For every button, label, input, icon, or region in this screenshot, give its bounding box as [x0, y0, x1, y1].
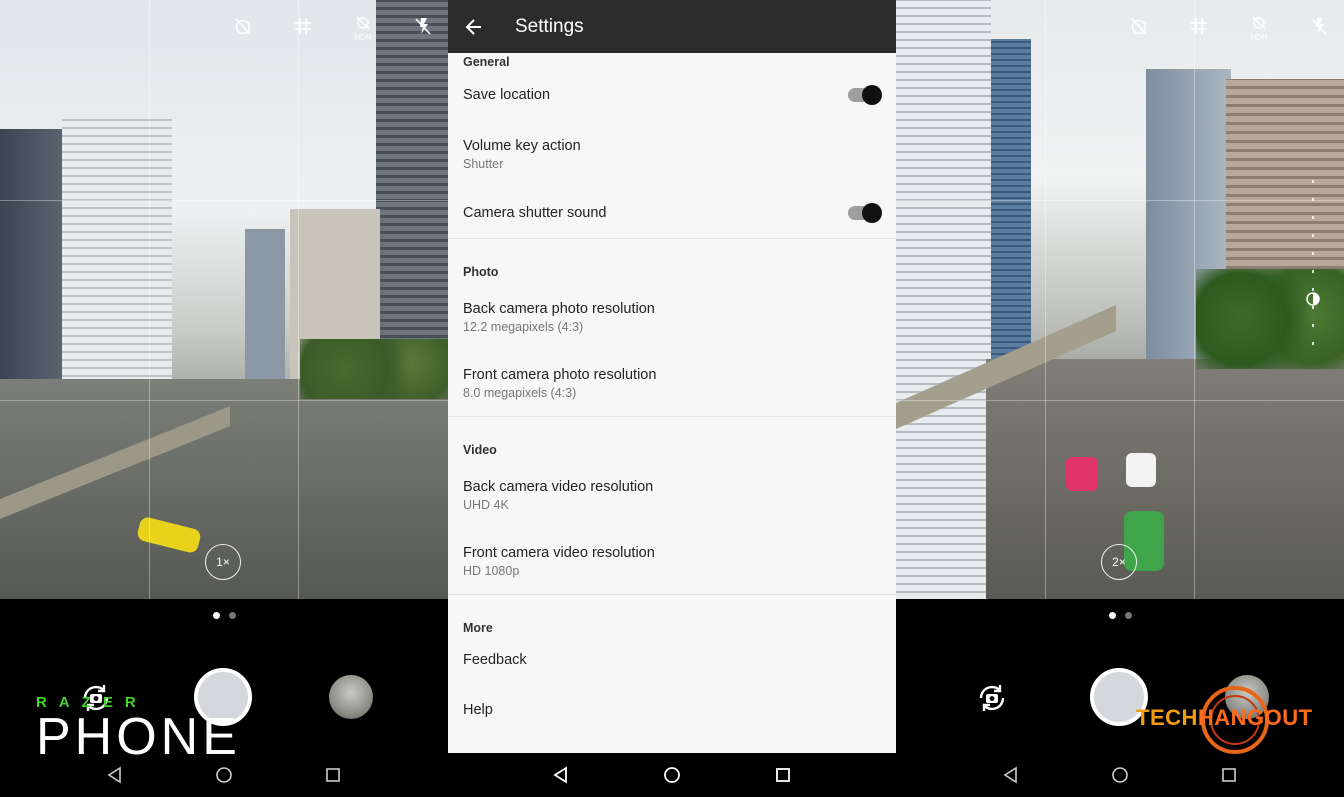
- nav-back-icon[interactable]: [105, 765, 125, 785]
- car-white: [1126, 453, 1156, 487]
- setting-shutter-sound[interactable]: Camera shutter sound: [448, 188, 896, 238]
- timer-off-icon[interactable]: [232, 16, 254, 40]
- exposure-icon: [1306, 292, 1320, 306]
- setting-back-video-resolution[interactable]: Back camera video resolution UHD 4K: [448, 461, 896, 529]
- page-title: Settings: [515, 15, 584, 37]
- trees: [1196, 269, 1344, 369]
- setting-value: 8.0 megapixels (4:3): [463, 385, 577, 400]
- camera-screen-left: HDR 1× RAZER PHONE: [0, 0, 448, 797]
- nav-home-icon[interactable]: [662, 765, 682, 785]
- grid-line: [149, 0, 150, 599]
- camera-viewfinder[interactable]: HDR 2×: [896, 0, 1344, 599]
- setting-value: HD 1080p: [463, 563, 520, 578]
- setting-volume-key-action[interactable]: Volume key action Shutter: [448, 120, 896, 188]
- toggle-knob: [862, 203, 882, 223]
- setting-back-photo-resolution[interactable]: Back camera photo resolution 12.2 megapi…: [448, 283, 896, 351]
- grid-line: [896, 400, 1344, 401]
- hdr-label: HDR: [1250, 33, 1268, 42]
- setting-label: Front camera photo resolution: [463, 366, 657, 383]
- nav-back-icon[interactable]: [551, 765, 571, 785]
- section-video: Video Back camera video resolution UHD 4…: [448, 417, 896, 595]
- grid-line: [0, 200, 448, 201]
- flash-off-icon[interactable]: [412, 16, 434, 40]
- section-more: More Feedback Help: [448, 595, 896, 745]
- building-left: [896, 0, 991, 599]
- section-photo: Photo Back camera photo resolution 12.2 …: [448, 239, 896, 417]
- setting-label: Save location: [463, 87, 551, 103]
- camera-top-bar: HDR: [1128, 16, 1330, 42]
- section-header: Photo: [463, 265, 499, 279]
- setting-label: Volume key action: [463, 137, 581, 154]
- grid-line: [1194, 0, 1195, 599]
- setting-label: Feedback: [463, 652, 527, 668]
- grid-icon[interactable]: [292, 16, 314, 40]
- page-indicator: [0, 612, 448, 619]
- zoom-button[interactable]: 1×: [205, 544, 241, 580]
- page-dot: [228, 612, 236, 619]
- techhangout-logo: TECHHANGOUT: [1136, 683, 1312, 757]
- hangout-text: HANGOUT: [1197, 705, 1313, 730]
- app-bar: Settings: [448, 0, 896, 53]
- timer-off-icon[interactable]: [1128, 16, 1150, 40]
- shutter-sound-toggle[interactable]: [848, 203, 882, 223]
- setting-front-video-resolution[interactable]: Front camera video resolution HD 1080p: [448, 529, 896, 593]
- grid-icon[interactable]: [1188, 16, 1210, 40]
- hdr-label: HDR: [354, 33, 372, 42]
- nav-recents-icon[interactable]: [773, 765, 793, 785]
- setting-label: Back camera photo resolution: [463, 300, 655, 317]
- exposure-slider[interactable]: [1306, 180, 1320, 350]
- setting-save-location[interactable]: Save location: [448, 70, 896, 120]
- nav-recents-icon[interactable]: [323, 765, 343, 785]
- grid-line: [896, 200, 1344, 201]
- page-indicator: [896, 612, 1344, 619]
- setting-label: Help: [463, 702, 493, 718]
- exposure-track: [1312, 180, 1314, 350]
- grid-line: [298, 0, 299, 599]
- back-arrow-icon[interactable]: [448, 0, 500, 53]
- grid-line: [0, 400, 448, 401]
- camera-viewfinder[interactable]: HDR 1×: [0, 0, 448, 599]
- setting-value: UHD 4K: [463, 497, 509, 512]
- setting-value: Shutter: [463, 156, 504, 171]
- trees: [300, 339, 448, 399]
- page-dot-active: [1108, 612, 1116, 619]
- setting-label: Back camera video resolution: [463, 478, 654, 495]
- section-general: General Save location Volume key action …: [448, 53, 896, 239]
- section-header: Video: [463, 443, 497, 457]
- grid-line: [1045, 0, 1046, 599]
- nav-bar: [0, 753, 448, 797]
- setting-value: 12.2 megapixels (4:3): [463, 319, 584, 334]
- nav-bar: [448, 753, 896, 797]
- nav-bar: [896, 753, 1344, 797]
- section-header: General: [463, 55, 510, 69]
- gallery-thumbnail[interactable]: [329, 675, 373, 719]
- save-location-toggle[interactable]: [848, 85, 882, 105]
- settings-list[interactable]: General Save location Volume key action …: [448, 53, 896, 753]
- road: [986, 359, 1344, 599]
- camera-screen-right: HDR 2× TECHHANGOUT: [896, 0, 1344, 797]
- switch-camera-icon[interactable]: [974, 680, 1010, 716]
- toggle-knob: [862, 85, 882, 105]
- page-dot-active: [212, 612, 220, 619]
- nav-home-icon[interactable]: [214, 765, 234, 785]
- camera-top-bar: HDR: [232, 16, 434, 42]
- page-dot: [1124, 612, 1132, 619]
- setting-label: Camera shutter sound: [463, 205, 607, 221]
- section-header: More: [463, 621, 493, 635]
- setting-front-photo-resolution[interactable]: Front camera photo resolution 8.0 megapi…: [448, 351, 896, 415]
- nav-home-icon[interactable]: [1110, 765, 1130, 785]
- setting-feedback[interactable]: Feedback: [448, 639, 896, 681]
- tech-text: TECH: [1136, 705, 1198, 730]
- techhangout-wordmark: TECHHANGOUT: [1136, 705, 1313, 731]
- zoom-button[interactable]: 2×: [1101, 544, 1137, 580]
- hdr-off-icon[interactable]: HDR: [352, 16, 374, 42]
- settings-screen: Settings General Save location Volume ke…: [448, 0, 896, 797]
- hdr-off-icon[interactable]: HDR: [1248, 16, 1270, 42]
- nav-back-icon[interactable]: [1001, 765, 1021, 785]
- setting-label: Front camera video resolution: [463, 544, 655, 561]
- flash-off-icon[interactable]: [1308, 16, 1330, 40]
- car-pink: [1066, 457, 1098, 491]
- nav-recents-icon[interactable]: [1219, 765, 1239, 785]
- setting-help[interactable]: Help: [448, 681, 896, 739]
